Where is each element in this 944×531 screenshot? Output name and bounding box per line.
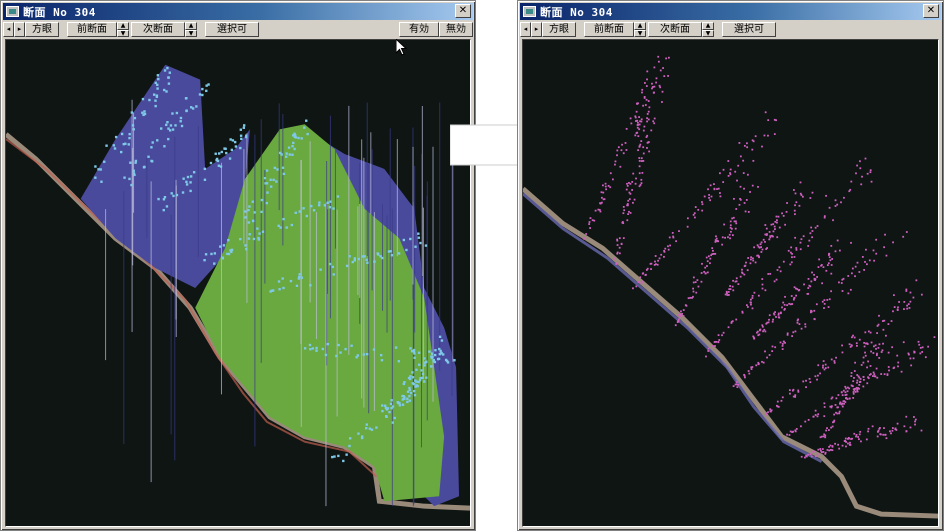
- selectable-button[interactable]: 選択可: [205, 22, 259, 37]
- invalid-button[interactable]: 無効: [439, 22, 473, 37]
- next-section-button[interactable]: 次断面: [131, 22, 185, 37]
- valid-button[interactable]: 有効: [399, 22, 439, 37]
- right-toolbar: ◂ ▸ 方眼 前断面 ▲ ▼ 次断面 ▲ ▼ 選択可: [520, 21, 941, 38]
- arrow-right-icon[interactable]: ▸: [14, 22, 25, 37]
- next-section-spinner[interactable]: ▲ ▼: [185, 22, 197, 37]
- arrow-left-icon[interactable]: ◂: [520, 22, 531, 37]
- mouse-cursor-icon: [396, 39, 408, 56]
- window-title: 断面 No 304: [23, 5, 96, 19]
- right-title-bar[interactable]: 断面 No 304 ✕: [520, 3, 941, 20]
- spin-up-icon[interactable]: ▲: [117, 22, 129, 30]
- spin-up-icon[interactable]: ▲: [185, 22, 197, 30]
- arrow-left-icon[interactable]: ◂: [3, 22, 14, 37]
- prev-section-spinner[interactable]: ▲ ▼: [634, 22, 646, 37]
- next-section-button[interactable]: 次断面: [648, 22, 702, 37]
- left-toolbar: ◂ ▸ 方眼 前断面 ▲ ▼ 次断面 ▲ ▼ 選択可 有効 無効: [3, 21, 473, 38]
- point-cloud-section-view: [6, 64, 470, 526]
- grid-view-button[interactable]: 方眼: [542, 22, 576, 37]
- spin-up-icon[interactable]: ▲: [702, 22, 714, 30]
- prev-section-spinner[interactable]: ▲ ▼: [117, 22, 129, 37]
- left-section-viewport[interactable]: [5, 39, 471, 527]
- window-icon: [6, 6, 19, 17]
- spin-up-icon[interactable]: ▲: [634, 22, 646, 30]
- window-title: 断面 No 304: [540, 5, 613, 19]
- left-section-window: 断面 No 304 ✕ ◂ ▸ 方眼 前断面 ▲ ▼ 次断面 ▲ ▼ 選択可 有…: [0, 0, 476, 531]
- terrain-detail-line: [523, 192, 823, 463]
- close-icon[interactable]: ✕: [923, 4, 939, 18]
- prev-section-button[interactable]: 前断面: [584, 22, 634, 37]
- spin-down-icon[interactable]: ▼: [185, 29, 197, 37]
- selectable-button[interactable]: 選択可: [722, 22, 776, 37]
- arrow-right-icon[interactable]: ▸: [531, 22, 542, 37]
- next-section-spinner[interactable]: ▲ ▼: [702, 22, 714, 37]
- window-icon: [523, 6, 536, 17]
- spin-down-icon[interactable]: ▼: [117, 29, 129, 37]
- tree-branch-points: [582, 55, 936, 459]
- prev-section-button[interactable]: 前断面: [67, 22, 117, 37]
- filtered-tree-point-view: [523, 55, 938, 519]
- spin-down-icon[interactable]: ▼: [702, 29, 714, 37]
- left-title-bar[interactable]: 断面 No 304 ✕: [3, 3, 473, 20]
- right-section-window: 断面 No 304 ✕ ◂ ▸ 方眼 前断面 ▲ ▼ 次断面 ▲ ▼ 選択可: [517, 0, 944, 531]
- close-icon[interactable]: ✕: [455, 4, 471, 18]
- grid-view-button[interactable]: 方眼: [25, 22, 59, 37]
- spin-down-icon[interactable]: ▼: [634, 29, 646, 37]
- right-section-viewport[interactable]: [522, 39, 939, 527]
